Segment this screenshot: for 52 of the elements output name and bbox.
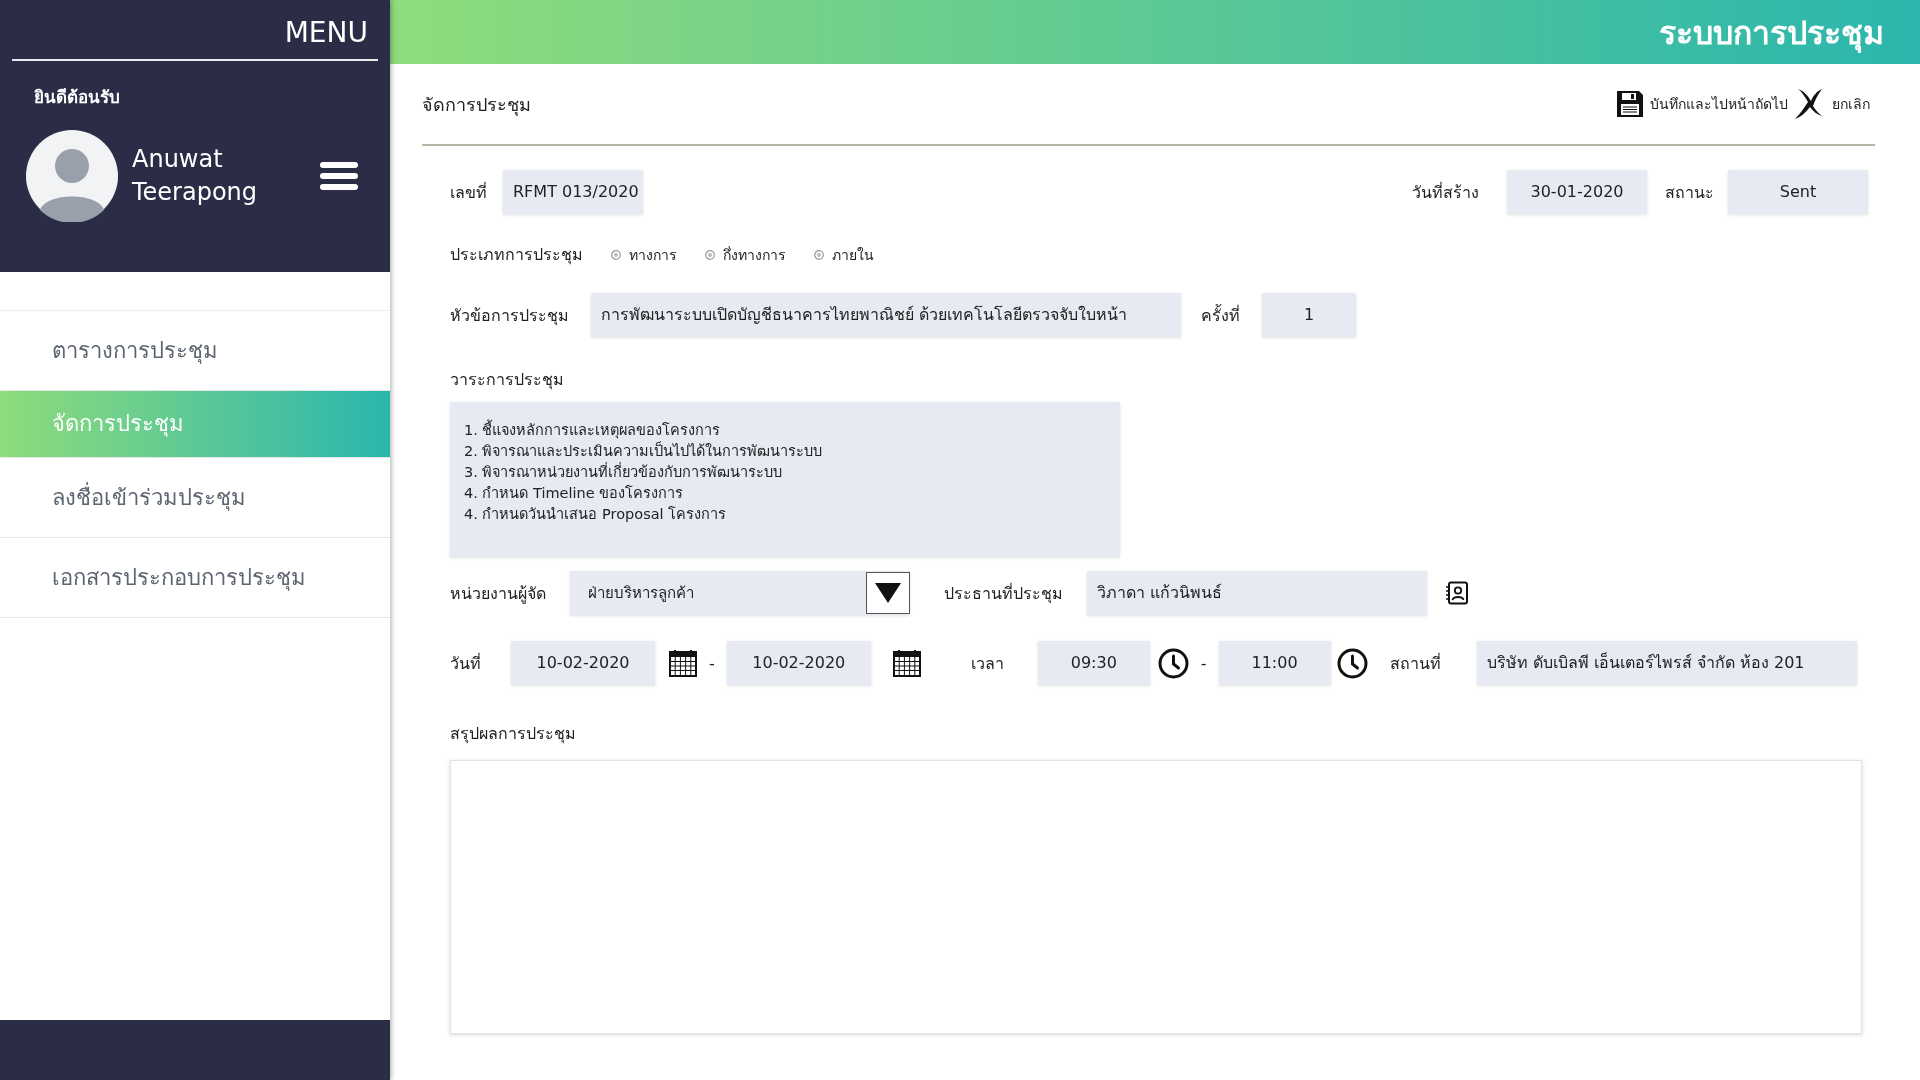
end-time-field[interactable]: 11:00	[1218, 641, 1331, 685]
menu-icon[interactable]	[320, 162, 358, 190]
radio-option[interactable]: กึ่งทางการ	[705, 243, 786, 266]
field-label: วันที่	[450, 652, 481, 675]
summary-field[interactable]	[450, 760, 1862, 1034]
venue-field[interactable]: บริษัท ดับเบิลพี เอ็นเตอร์ไพรส์ จำกัด ห้อง 201	[1476, 641, 1857, 685]
field-label: เลขที่	[450, 181, 487, 204]
caret-icon	[875, 583, 901, 603]
field-label: หัวข้อการประชุม	[450, 304, 569, 328]
calendar-icon[interactable]	[669, 649, 697, 677]
welcome-text: ยินดีต้อนรับ	[34, 86, 121, 109]
sidebar-item[interactable]: ลงชื่อเข้าร่วมประชุม	[0, 458, 390, 538]
range-dash: -	[1200, 653, 1207, 673]
chair-field[interactable]: วิภาดา แก้วนิพนธ์	[1087, 571, 1427, 615]
field-label: หน่วยงานผู้จัด	[450, 582, 546, 606]
field-label: วาระการประชุม	[450, 369, 564, 392]
radio-option[interactable]: ทางการ	[611, 243, 677, 266]
session-field[interactable]: 1	[1262, 293, 1356, 337]
field-label: ครั้งที่	[1201, 303, 1240, 327]
status-field[interactable]: Sent	[1728, 170, 1868, 214]
cancel-link[interactable]: ยกเลิก	[1832, 93, 1870, 115]
contact-book-icon[interactable]	[1445, 581, 1469, 605]
field-label: สรุปผลการประชุม	[450, 723, 576, 746]
app-title: ระบบการประชุม	[1659, 12, 1884, 55]
agenda-field[interactable]: 1. ชี้แจงหลักการและเหตุผลของโครงการ 2. พิจารณาและประเมินความเป็นไปได้ในการพัฒนาระบบ 3. พิจารณาหน่วยงานที่เกี่ยวข้องกับการพัฒนาระบบ 4. กำหนด Timeline ของโครงการ 4. กำหนดวันนำเสนอ Proposal โครงการ	[450, 402, 1120, 557]
start-time-field[interactable]: 09:30	[1037, 641, 1150, 685]
save-next-link[interactable]: บันทึกและไปหน้าถัดไป	[1650, 93, 1788, 115]
radio-option[interactable]: ภายใน	[814, 243, 874, 266]
range-dash: -	[709, 653, 715, 673]
clock-icon[interactable]	[1336, 647, 1368, 679]
start-date-field[interactable]: 10-02-2020	[511, 641, 655, 685]
field-label: สถานะ	[1665, 181, 1714, 204]
radio-icon[interactable]	[814, 249, 824, 260]
save-icon	[1616, 90, 1644, 118]
field-label: วันที่สร้าง	[1412, 181, 1479, 204]
number-field[interactable]: RFMT 013/2020	[503, 170, 643, 214]
clock-icon[interactable]	[1157, 647, 1189, 679]
field-label: ประธานที่ประชุม	[944, 582, 1063, 606]
sidebar-item[interactable]: เอกสารประกอบการประชุม	[0, 538, 390, 618]
page-title: จัดการประชุม	[422, 92, 531, 118]
field-label: เวลา	[970, 652, 1004, 675]
topic-field[interactable]: การพัฒนาระบบเปิดบัญชีธนาคารไทยพาณิชย์ ด้วยเทคโนโลยีตรวจจับใบหน้า	[591, 293, 1181, 337]
field-label: สถานที่	[1389, 652, 1441, 675]
radio-icon[interactable]	[611, 249, 621, 260]
calendar-icon[interactable]	[892, 649, 921, 677]
organizer-dropdown[interactable]: ฝ่ายบริหารลูกค้า	[570, 571, 910, 615]
radio-icon[interactable]	[705, 249, 715, 260]
menu-title: MENU	[12, 0, 378, 61]
date-field[interactable]: 30-01-2020	[1507, 170, 1647, 214]
field-label: ประเภทการประชุม	[450, 244, 583, 267]
user-name: Anuwat Teerapong	[132, 144, 259, 208]
end-date-field[interactable]: 10-02-2020	[726, 641, 871, 685]
